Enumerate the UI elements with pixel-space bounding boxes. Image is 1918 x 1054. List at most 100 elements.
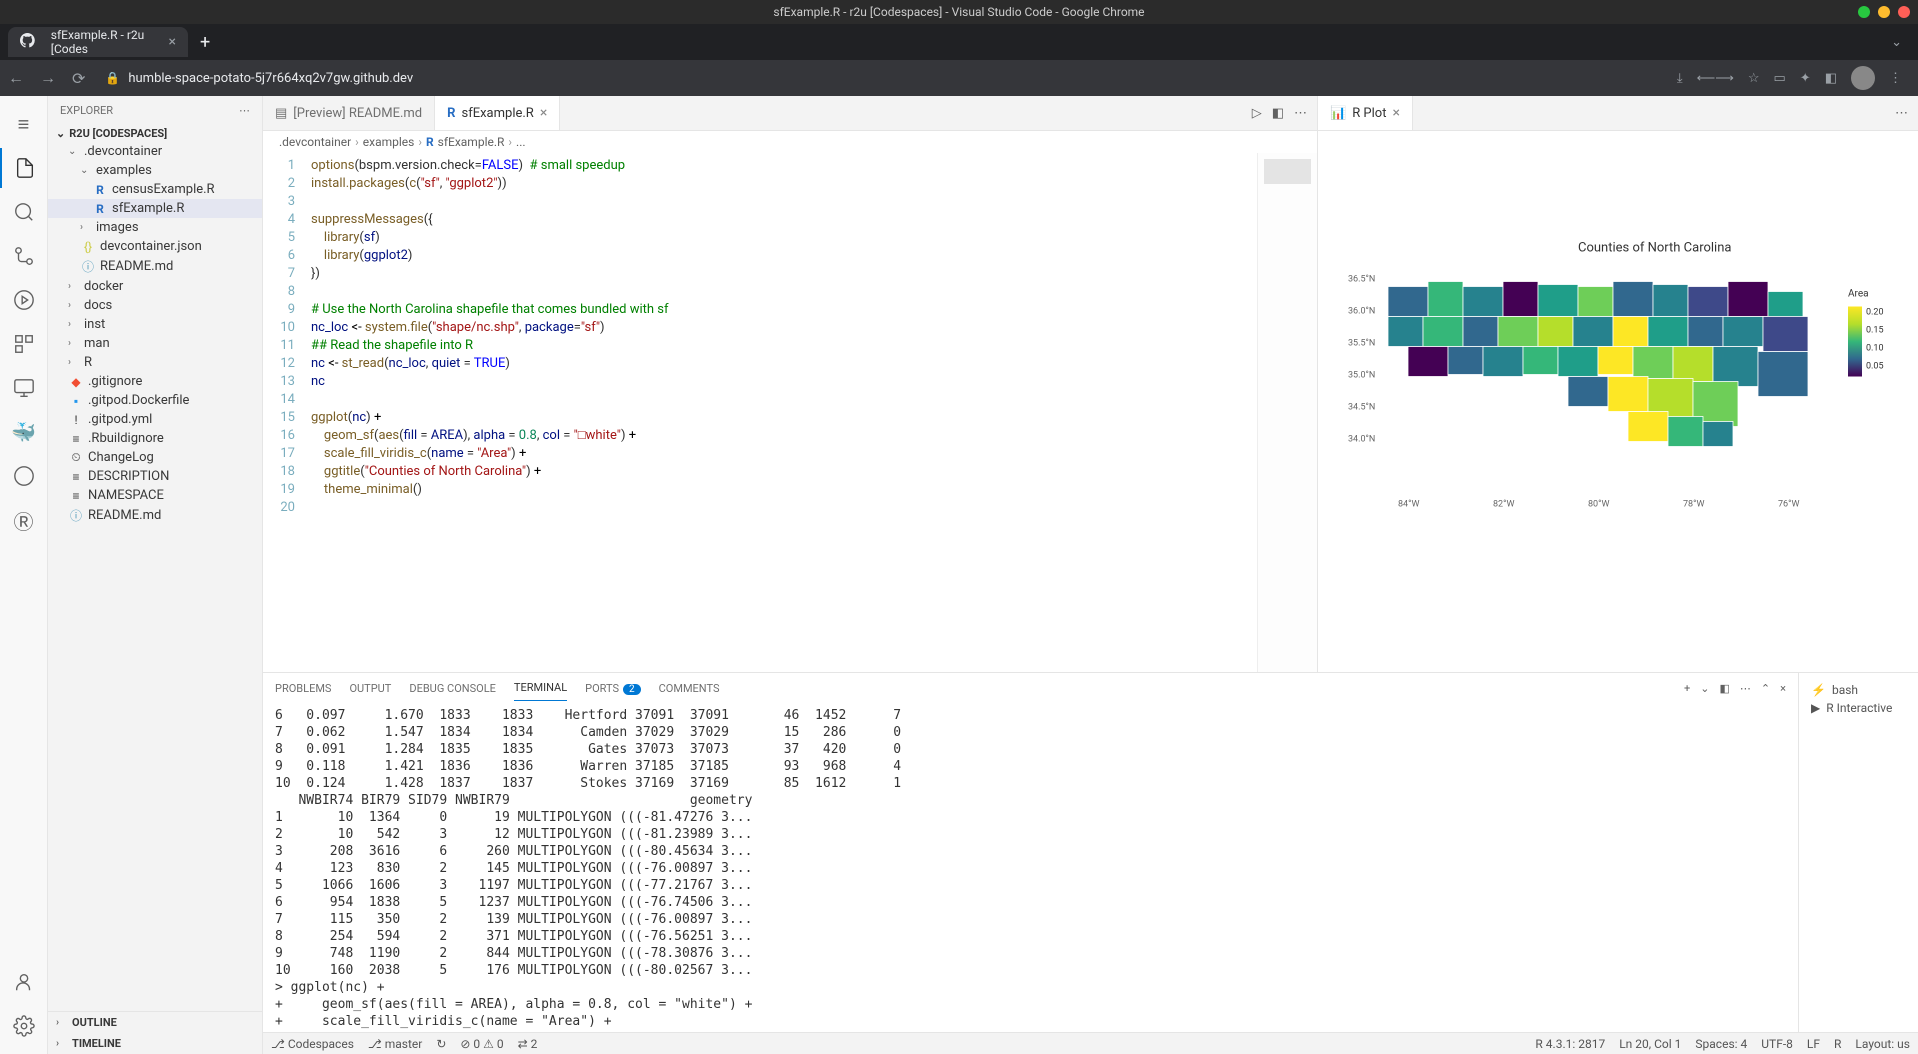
- run-debug-icon[interactable]: [0, 280, 48, 320]
- profile-avatar[interactable]: [1851, 66, 1875, 90]
- status-eol[interactable]: LF: [1807, 1037, 1820, 1051]
- svg-text:35.5°N: 35.5°N: [1348, 339, 1375, 349]
- remote-icon[interactable]: [0, 368, 48, 408]
- maximize-button[interactable]: [1878, 6, 1890, 18]
- new-tab-button[interactable]: +: [200, 32, 210, 53]
- back-button[interactable]: ←: [8, 68, 24, 88]
- file-sfexample[interactable]: RsfExample.R: [48, 199, 262, 218]
- tab-output[interactable]: OUTPUT: [349, 676, 391, 701]
- new-terminal-icon[interactable]: +: [1684, 682, 1690, 695]
- explorer-icon[interactable]: [0, 148, 48, 188]
- file-devcontainer-json[interactable]: {}devcontainer.json: [48, 237, 262, 256]
- maximize-panel-icon[interactable]: ⌃: [1761, 682, 1770, 695]
- terminal-output[interactable]: 6 0.097 1.670 1833 1833 Hertford 37091 3…: [263, 703, 1798, 1032]
- run-icon[interactable]: ▷: [1252, 106, 1262, 121]
- search-icon[interactable]: [0, 192, 48, 232]
- tab-terminal[interactable]: TERMINAL: [514, 675, 567, 701]
- browser-tab[interactable]: sfExample.R - r2u [Codes ×: [8, 27, 188, 57]
- tab-overflow-icon[interactable]: ⌄: [1891, 35, 1910, 50]
- minimap[interactable]: [1257, 153, 1317, 672]
- settings-gear-icon[interactable]: [0, 1006, 48, 1046]
- close-tab-icon[interactable]: ×: [1392, 105, 1399, 121]
- svg-text:84°W: 84°W: [1398, 500, 1419, 510]
- file-gitpod-yml[interactable]: !.gitpod.yml: [48, 410, 262, 429]
- status-ports-forward[interactable]: ⇄ 2: [518, 1037, 538, 1051]
- extension-icon-1[interactable]: ▭: [1774, 71, 1786, 86]
- tab-debug[interactable]: DEBUG CONSOLE: [409, 676, 496, 701]
- forward-button[interactable]: →: [40, 68, 56, 88]
- svg-text:82°W: 82°W: [1493, 500, 1514, 510]
- close-panel-icon[interactable]: ×: [1780, 682, 1786, 695]
- status-branch[interactable]: ⎇ master: [368, 1037, 422, 1051]
- terminal-r-interactive[interactable]: ▶ R Interactive: [1807, 699, 1910, 717]
- tab-preview-readme[interactable]: ▤[Preview] README.md: [263, 96, 435, 130]
- folder-inst[interactable]: ›inst: [48, 315, 262, 334]
- github-activity-icon[interactable]: [0, 456, 48, 496]
- file-description[interactable]: ≡DESCRIPTION: [48, 467, 262, 486]
- file-namespace[interactable]: ≡NAMESPACE: [48, 486, 262, 505]
- chrome-menu-icon[interactable]: ⋮: [1889, 71, 1902, 86]
- editor-more-icon[interactable]: ⋯: [1294, 106, 1307, 121]
- status-position[interactable]: Ln 20, Col 1: [1619, 1037, 1681, 1051]
- tab-comments[interactable]: COMMENTS: [659, 676, 720, 701]
- url-box[interactable]: 🔒 humble-space-potato-5j7r664xq2v7gw.git…: [97, 71, 1664, 86]
- source-control-icon[interactable]: [0, 236, 48, 276]
- plot-more-icon[interactable]: ⋯: [1895, 106, 1908, 121]
- split-terminal-icon[interactable]: ◧: [1720, 682, 1730, 695]
- close-tab-icon[interactable]: ×: [540, 105, 547, 121]
- close-tab-icon[interactable]: ×: [169, 34, 176, 50]
- status-spaces[interactable]: Spaces: 4: [1695, 1037, 1747, 1051]
- os-titlebar: sfExample.R - r2u [Codespaces] - Visual …: [0, 0, 1918, 24]
- file-readme-1[interactable]: ⓘREADME.md: [48, 256, 262, 277]
- terminal-dropdown-icon[interactable]: ⌄: [1700, 682, 1709, 695]
- status-sync[interactable]: ↻: [436, 1037, 446, 1051]
- extensions-activity-icon[interactable]: [0, 324, 48, 364]
- workspace-root[interactable]: ⌄R2U [CODESPACES]: [48, 125, 262, 142]
- folder-images[interactable]: ›images: [48, 218, 262, 237]
- tab-ports[interactable]: PORTS2: [585, 676, 641, 701]
- terminal-bash[interactable]: ⚡ bash: [1807, 681, 1910, 699]
- folder-r[interactable]: ›R: [48, 353, 262, 372]
- share-icon[interactable]: ⟵⟶: [1697, 71, 1734, 86]
- side-panel-icon[interactable]: ◧: [1825, 71, 1837, 86]
- menu-icon[interactable]: ≡: [0, 104, 48, 144]
- tab-problems[interactable]: PROBLEMS: [275, 676, 331, 701]
- file-rbuildignore[interactable]: ≡.Rbuildignore: [48, 429, 262, 448]
- folder-docker[interactable]: ›docker: [48, 277, 262, 296]
- r-activity-icon[interactable]: Ⓡ: [0, 500, 48, 540]
- file-censusexample[interactable]: RcensusExample.R: [48, 180, 262, 199]
- folder-devcontainer[interactable]: ⌄.devcontainer: [48, 142, 262, 161]
- file-gitignore[interactable]: ◆.gitignore: [48, 372, 262, 391]
- status-lang[interactable]: R: [1834, 1037, 1841, 1051]
- panel-more-icon[interactable]: ⋯: [1740, 682, 1751, 695]
- status-codespaces[interactable]: ⎇ Codespaces: [271, 1037, 354, 1051]
- file-changelog[interactable]: ⏲ChangeLog: [48, 448, 262, 467]
- accounts-icon[interactable]: [0, 962, 48, 1002]
- file-readme-2[interactable]: ⓘREADME.md: [48, 505, 262, 526]
- file-gitpod-dockerfile[interactable]: ▪.gitpod.Dockerfile: [48, 391, 262, 410]
- status-layout[interactable]: Layout: us: [1855, 1037, 1910, 1051]
- timeline-section[interactable]: ›TIMELINE: [48, 1033, 262, 1054]
- install-app-icon[interactable]: ⤓: [1677, 71, 1683, 86]
- minimize-button[interactable]: [1858, 6, 1870, 18]
- docker-activity-icon[interactable]: 🐳: [0, 412, 48, 452]
- tab-sfexample[interactable]: RsfExample.R×: [435, 96, 560, 130]
- status-encoding[interactable]: UTF-8: [1761, 1037, 1793, 1051]
- split-editor-icon[interactable]: ◧: [1272, 106, 1284, 121]
- code-content[interactable]: options(bspm.version.check=FALSE) # smal…: [303, 153, 1257, 672]
- status-r-version[interactable]: R 4.3.1: 2817: [1535, 1037, 1605, 1051]
- status-problems[interactable]: ⊘ 0 ⚠ 0: [460, 1037, 503, 1051]
- reload-button[interactable]: ⟳: [72, 69, 85, 88]
- folder-docs[interactable]: ›docs: [48, 296, 262, 315]
- tab-rplot[interactable]: 📊R Plot×: [1318, 96, 1413, 130]
- folder-examples[interactable]: ⌄examples: [48, 161, 262, 180]
- code-editor[interactable]: 1234567891011121314151617181920 options(…: [263, 153, 1317, 672]
- activity-bar: ≡ 🐳 Ⓡ: [0, 96, 48, 1054]
- folder-man[interactable]: ›man: [48, 334, 262, 353]
- breadcrumb[interactable]: .devcontainer› examples› RsfExample.R› .…: [263, 131, 1317, 153]
- bookmark-icon[interactable]: ☆: [1748, 71, 1760, 86]
- outline-section[interactable]: ›OUTLINE: [48, 1012, 262, 1033]
- explorer-more-icon[interactable]: ⋯: [239, 104, 250, 117]
- close-window-button[interactable]: [1898, 6, 1910, 18]
- extensions-icon[interactable]: ✦: [1800, 71, 1811, 86]
